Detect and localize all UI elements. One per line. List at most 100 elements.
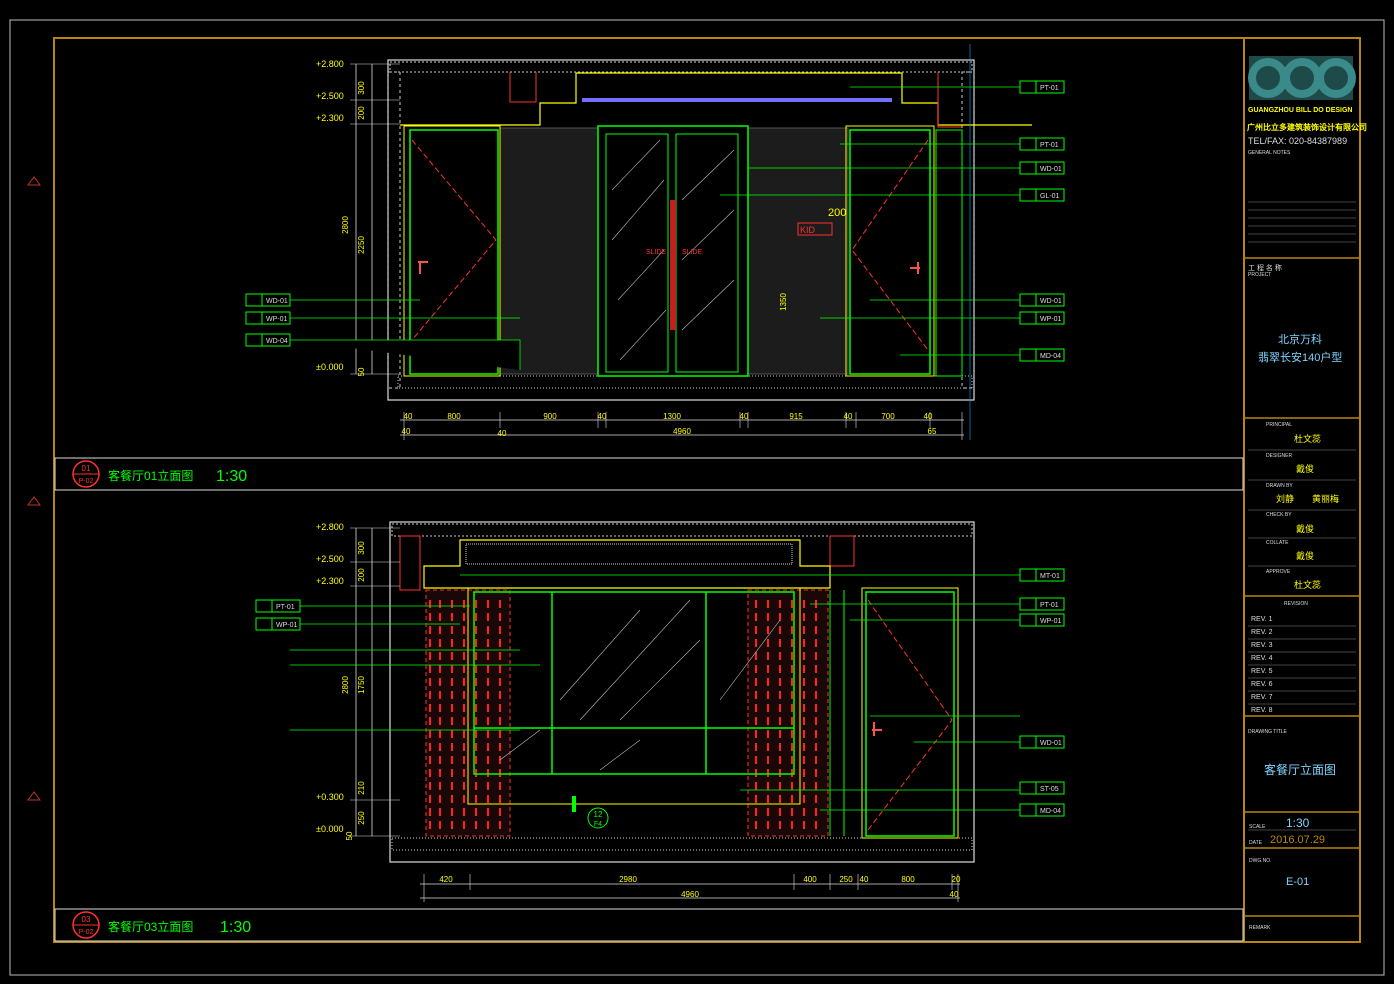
- revision-item: REV. 3: [1251, 642, 1273, 649]
- hdim: 40: [950, 890, 959, 899]
- collate-label: COLLATE: [1266, 540, 1289, 546]
- revision-item: REV. 6: [1251, 681, 1273, 688]
- revision-item: REV. 4: [1251, 655, 1273, 662]
- door-label: SLIDE: [682, 249, 703, 256]
- vdim: 50: [357, 367, 366, 376]
- vdim: 250: [357, 811, 366, 825]
- material-tag-code: MD-04: [1040, 353, 1061, 360]
- view-bottom-number: 03: [82, 915, 91, 924]
- material-tag-code: GL-01: [1040, 193, 1060, 200]
- hdim: 800: [901, 875, 915, 884]
- project-name-1: 北京万科: [1278, 334, 1322, 346]
- revision-item: REV. 5: [1251, 668, 1273, 675]
- designer-name: 戴俊: [1296, 464, 1315, 474]
- general-notes-label: GENERAL NOTES: [1248, 150, 1291, 156]
- level-label: +2.800: [316, 522, 344, 532]
- hdim: 2980: [619, 875, 637, 884]
- hdim: 40: [924, 412, 933, 421]
- view-top-sheet: P-02: [79, 478, 94, 485]
- check-label: CHECK BY: [1266, 512, 1292, 518]
- approve-label: APPROVE: [1266, 569, 1291, 575]
- drawn-name-2: 黄丽梅: [1312, 494, 1340, 504]
- level-label: +2.800: [316, 59, 344, 69]
- vdim: 210: [357, 781, 366, 795]
- material-tag-code: WD-01: [1040, 298, 1062, 305]
- hdim: 4960: [673, 427, 691, 436]
- hdim: 40: [498, 429, 507, 438]
- vdim: 300: [357, 81, 366, 95]
- project-label-en: PROJECT: [1248, 272, 1272, 278]
- drawing-no-label: DWG.NO.: [1249, 858, 1272, 864]
- drawn-name-1: 刘静: [1276, 494, 1295, 504]
- revision-item: REV. 1: [1251, 616, 1273, 623]
- principal-name: 杜文蕊: [1294, 434, 1322, 444]
- view-top-scale: 1:30: [216, 468, 247, 485]
- material-tag-code: MT-01: [1040, 573, 1060, 580]
- collate-name: 戴俊: [1296, 551, 1315, 561]
- hdim: 40: [402, 427, 411, 436]
- vdim: 200: [357, 568, 366, 582]
- view-top-number: 01: [82, 464, 91, 473]
- hdim: 40: [740, 412, 749, 421]
- vdim: 200: [357, 106, 366, 120]
- hdim: 700: [881, 412, 895, 421]
- date-value: 2016.07.29: [1270, 834, 1326, 846]
- vdim: 2800: [341, 676, 350, 694]
- hdim: 65: [928, 427, 937, 436]
- revision-label: REVISION: [1284, 601, 1308, 607]
- section-mark-number: 12: [594, 810, 603, 819]
- door-label: SLIDE: [646, 249, 667, 256]
- material-tag-code: PT-01: [1040, 85, 1059, 92]
- drawn-label: DRAWN BY: [1266, 483, 1293, 489]
- revision-item: REV. 2: [1251, 629, 1273, 636]
- sheet-background: [0, 0, 1394, 984]
- hdim: 40: [844, 412, 853, 421]
- material-tag-code: WD-01: [1040, 740, 1062, 747]
- vdim: 2250: [357, 236, 366, 254]
- vdim: 300: [357, 541, 366, 555]
- material-tag-code: PT-01: [1040, 142, 1059, 149]
- hdim: 800: [447, 412, 461, 421]
- check-name: 戴俊: [1296, 524, 1315, 534]
- hdim: 40: [404, 412, 413, 421]
- material-tag-code: WD-01: [266, 298, 288, 305]
- material-tag-code: WP-01: [1040, 618, 1062, 625]
- vdim: 2800: [341, 216, 350, 234]
- hdim: 1300: [663, 412, 681, 421]
- company-logo: [1248, 56, 1356, 100]
- approve-name: 杜文蕊: [1294, 580, 1322, 590]
- view-bottom-scale: 1:30: [220, 919, 251, 936]
- view-top-title: 客餐厅01立面图: [108, 468, 193, 483]
- dim-label: 200: [828, 207, 846, 219]
- company-tel: TEL/FAX: 020-84387989: [1248, 136, 1348, 146]
- material-tag-code: WP-01: [276, 622, 298, 629]
- view-bottom-sheet: P-02: [79, 929, 94, 936]
- hdim: 40: [598, 412, 607, 421]
- vdim: 50: [345, 831, 354, 840]
- level-label: ±0.000: [316, 824, 343, 834]
- vdim: 1350: [779, 293, 788, 311]
- scale-label: SCALE: [1249, 824, 1266, 830]
- designer-label: DESIGNER: [1266, 453, 1293, 459]
- hdim: 20: [952, 875, 961, 884]
- revision-item: REV. 8: [1251, 707, 1273, 714]
- material-tag-code: WD-01: [1040, 166, 1062, 173]
- company-cn: 广州比立多建筑装饰设计有限公司: [1247, 123, 1367, 132]
- level-label: +2.300: [316, 113, 344, 123]
- level-label: +2.500: [316, 91, 344, 101]
- material-tag-code: WP-01: [266, 316, 288, 323]
- material-tag-code: MD-04: [1040, 808, 1061, 815]
- drawing-title-label: DRAWING TITLE: [1248, 729, 1287, 735]
- hdim: 250: [839, 875, 853, 884]
- sign-label: KID: [800, 225, 816, 235]
- vdim: 1750: [357, 676, 366, 694]
- level-label: ±0.000: [316, 362, 343, 372]
- level-label: +2.500: [316, 554, 344, 564]
- material-tag-code: PT-01: [1040, 602, 1059, 609]
- hdim: 420: [439, 875, 453, 884]
- drawing-no: E-01: [1286, 876, 1310, 888]
- drawing-title: 客餐厅立面图: [1264, 763, 1337, 777]
- material-tag-code: PT-01: [276, 604, 295, 611]
- company-en: GUANGZHOU BILL DO DESIGN: [1248, 107, 1353, 114]
- principal-label: PRINCIPAL: [1266, 422, 1293, 428]
